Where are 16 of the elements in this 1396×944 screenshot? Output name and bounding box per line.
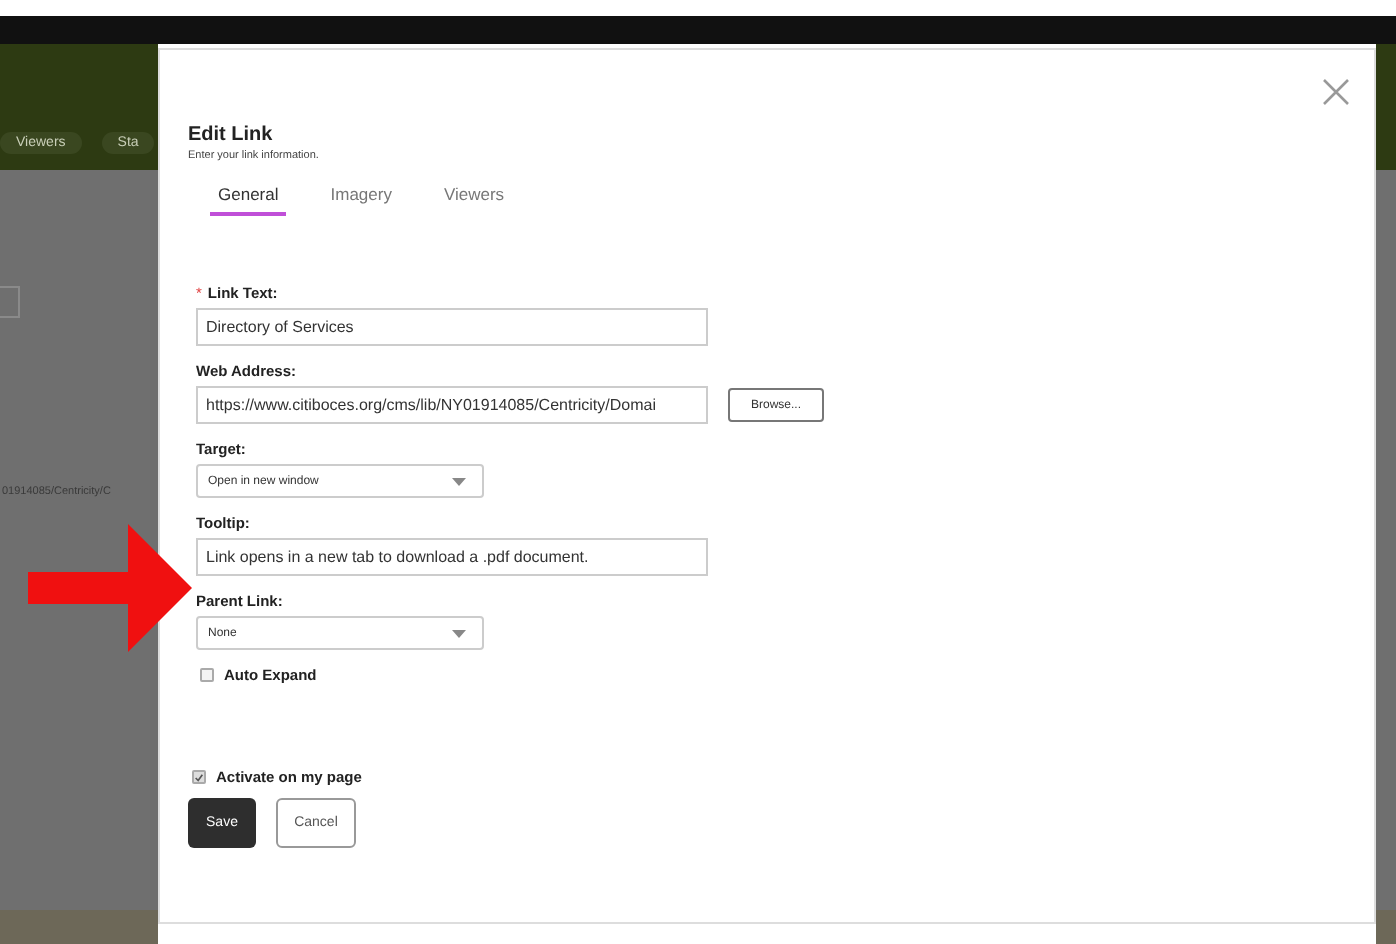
caret-icon bbox=[452, 477, 466, 485]
tab[interactable]: Imagery bbox=[322, 178, 400, 216]
caret-icon bbox=[452, 629, 466, 637]
input-field[interactable]: https://www.citiboces.org/cms/lib/NY01914085/Centricity/Domai bbox=[196, 386, 708, 424]
checkbox[interactable] bbox=[200, 668, 214, 682]
input-field[interactable]: Directory of Services bbox=[196, 308, 708, 346]
header-bar bbox=[1376, 44, 1396, 170]
close-icon[interactable] bbox=[1322, 78, 1350, 106]
tab[interactable]: General bbox=[210, 178, 287, 216]
check-icon bbox=[194, 771, 204, 783]
field-edge bbox=[0, 286, 20, 318]
tab[interactable]: Viewers bbox=[435, 178, 513, 216]
checkbox[interactable] bbox=[192, 770, 206, 784]
footer-bar bbox=[1376, 910, 1396, 944]
input-field[interactable]: Link opens in a new tab to download a .pdf document. bbox=[196, 538, 708, 576]
dialog-title: Edit Link bbox=[188, 124, 275, 146]
